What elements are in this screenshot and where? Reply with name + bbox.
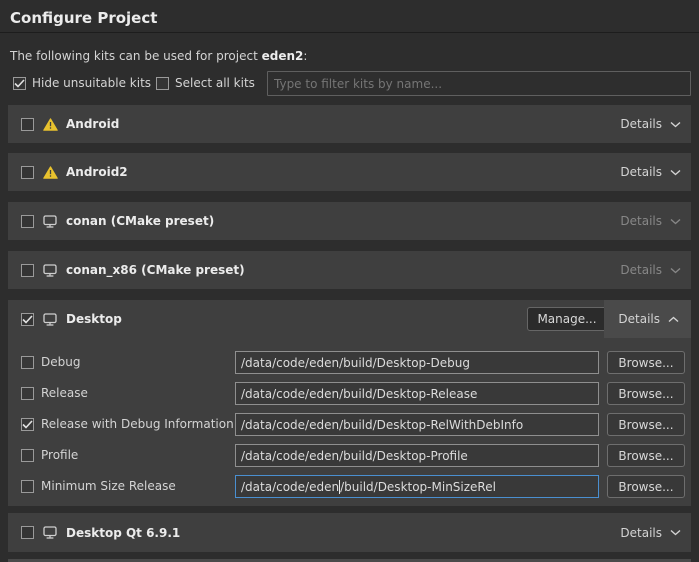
config-label: Release with Debug Information (41, 417, 234, 431)
desktop-icon (42, 264, 58, 277)
config-checkbox[interactable] (21, 387, 34, 400)
build-dir-input-debug[interactable] (235, 351, 599, 374)
kit-row-android: Android Details (8, 105, 691, 143)
browse-button[interactable]: Browse... (607, 413, 685, 436)
kit-left: conan_x86 (CMake preset) (8, 251, 245, 289)
kit-left: Android2 (8, 153, 128, 191)
config-label: Profile (41, 448, 78, 462)
kits-info-suffix: : (303, 49, 307, 63)
chevron-down-icon (670, 529, 681, 536)
kit-row-desktop-qt-691: Desktop Qt 6.9.1 Details (8, 513, 691, 552)
kit-name: conan (CMake preset) (66, 214, 214, 228)
browse-button[interactable]: Browse... (607, 475, 685, 498)
kit-name: Desktop Qt 6.9.1 (66, 526, 180, 540)
kit-left: Android (8, 105, 119, 143)
select-all-label: Select all kits (175, 76, 255, 90)
details-label: Details (620, 526, 662, 540)
manage-button[interactable]: Manage... (527, 307, 607, 331)
config-row-debug: Debug Browse... (8, 351, 691, 374)
kit-row-conan: conan (CMake preset) Details (8, 202, 691, 240)
details-button[interactable]: Details (610, 105, 691, 143)
chevron-down-icon (670, 169, 681, 176)
kit-name: Desktop (66, 312, 122, 326)
build-dir-input-minsizerel[interactable]: /data/code/eden/build/Desktop-MinSizeRel (235, 475, 599, 498)
details-label: Details (620, 165, 662, 179)
kits-info-prefix: The following kits can be used for proje… (10, 49, 262, 63)
desktop-icon (42, 526, 58, 539)
path-before-caret: /data/code/eden (241, 480, 339, 494)
config-row-relwithdebinfo: Release with Debug Information Browse... (8, 413, 691, 436)
configure-project-page: Configure Project The following kits can… (0, 0, 699, 562)
title-separator (0, 32, 699, 33)
path-after-caret: /build/Desktop-MinSizeRel (340, 480, 496, 494)
warning-icon (42, 118, 58, 131)
desktop-icon (42, 215, 58, 228)
kit-row-conan-x86: conan_x86 (CMake preset) Details (8, 251, 691, 289)
kit-checkbox[interactable] (21, 264, 34, 277)
kit-row-android2: Android2 Details (8, 153, 691, 191)
browse-button[interactable]: Browse... (607, 444, 685, 467)
kit-checkbox[interactable] (21, 215, 34, 228)
details-button[interactable]: Details (610, 513, 691, 552)
details-label: Details (620, 263, 662, 277)
details-label: Details (620, 117, 662, 131)
kit-name: conan_x86 (CMake preset) (66, 263, 245, 277)
build-dir-input-release[interactable] (235, 382, 599, 405)
kit-left: Desktop (8, 300, 122, 338)
config-row-minsizerel: Minimum Size Release /data/code/eden/bui… (8, 475, 691, 498)
kit-checkbox[interactable] (21, 166, 34, 179)
chevron-down-icon (670, 218, 681, 225)
details-button[interactable]: Details (610, 153, 691, 191)
hide-unsuitable-checkbox[interactable]: Hide unsuitable kits (13, 75, 151, 91)
browse-button[interactable]: Browse... (607, 382, 685, 405)
config-row-profile: Profile Browse... (8, 444, 691, 467)
details-label: Details (618, 312, 660, 326)
details-button[interactable]: Details (610, 251, 691, 289)
kit-left: Desktop Qt 6.9.1 (8, 513, 180, 552)
chevron-down-icon (670, 121, 681, 128)
kit-name: Android2 (66, 165, 128, 179)
config-row-release: Release Browse... (8, 382, 691, 405)
config-checkbox[interactable] (21, 356, 34, 369)
kits-info-text: The following kits can be used for proje… (10, 49, 307, 63)
config-label: Minimum Size Release (41, 479, 176, 493)
config-checkbox[interactable] (21, 480, 34, 493)
project-name: eden2 (262, 49, 304, 63)
desktop-icon (42, 313, 58, 326)
page-title: Configure Project (10, 9, 157, 27)
config-label: Release (41, 386, 88, 400)
kit-checkbox[interactable] (21, 313, 34, 326)
hide-unsuitable-label: Hide unsuitable kits (32, 76, 151, 90)
checkbox-checked-icon (13, 77, 26, 90)
config-label: Debug (41, 355, 80, 369)
config-checkbox[interactable] (21, 449, 34, 462)
details-button[interactable]: Details (610, 202, 691, 240)
kit-name: Android (66, 117, 119, 131)
kit-checkbox[interactable] (21, 118, 34, 131)
select-all-checkbox[interactable]: Select all kits (156, 75, 255, 91)
build-dir-input-relwithdebinfo[interactable] (235, 413, 599, 436)
browse-button[interactable]: Browse... (607, 351, 685, 374)
filter-input[interactable] (267, 71, 691, 96)
chevron-down-icon (670, 267, 681, 274)
warning-icon (42, 166, 58, 179)
build-dir-input-profile[interactable] (235, 444, 599, 467)
config-checkbox[interactable] (21, 418, 34, 431)
chevron-up-icon (668, 316, 679, 323)
kit-checkbox[interactable] (21, 526, 34, 539)
kit-left: conan (CMake preset) (8, 202, 214, 240)
details-label: Details (620, 214, 662, 228)
details-button[interactable]: Details (604, 300, 691, 338)
checkbox-unchecked-icon (156, 77, 169, 90)
kit-row-desktop: Desktop Manage... Details Debug Browse..… (8, 300, 691, 506)
